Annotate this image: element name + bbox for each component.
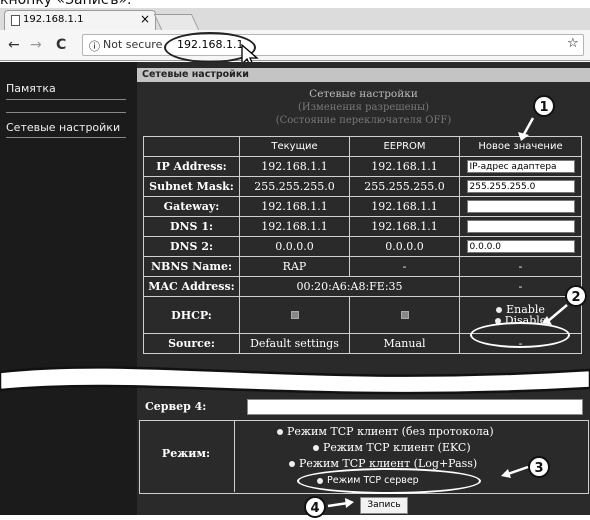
row-label: Subnet Mask: [143, 176, 240, 197]
panel-title: Сетевые настройки [142, 69, 249, 80]
dns2-input[interactable]: 0.0.0.0 [466, 240, 575, 254]
radio-icon [313, 445, 319, 451]
forward-icon[interactable]: → [30, 37, 42, 53]
row-label: Source: [143, 333, 240, 354]
eeprom-value: 192.168.1.1 [349, 196, 460, 217]
column-header-eeprom: EEPROM [349, 136, 460, 157]
reload-icon[interactable]: C [56, 37, 66, 53]
not-secure-label: Not secure [103, 38, 163, 51]
back-icon[interactable]: ← [8, 37, 20, 53]
current-value: Default settings [239, 333, 350, 354]
radio-icon [496, 307, 503, 313]
eeprom-value: 192.168.1.1 [349, 156, 460, 177]
subnet-mask-input[interactable]: 255.255.255.0 [466, 180, 575, 194]
row-label: NBNS Name: [143, 256, 240, 277]
current-value: 192.168.1.1 [239, 156, 350, 177]
notes-title: Сетевые настройки [309, 88, 418, 100]
current-value: RAP [239, 256, 350, 277]
info-icon[interactable]: ⓘ [89, 38, 100, 54]
table-row: MAC Address: 00:20:A6:A8:FE:35 - [143, 276, 582, 297]
mode-option-ekc[interactable]: Режим TCP клиент (EKC) [313, 441, 471, 454]
eeprom-value: 0.0.0.0 [349, 236, 460, 257]
new-value: - [459, 256, 582, 277]
table-row: Subnet Mask: 255.255.255.0 255.255.255.0… [143, 176, 582, 197]
new-value: - [459, 276, 582, 297]
column-header [143, 136, 240, 157]
row-label: MAC Address: [143, 276, 240, 297]
eeprom-dhcp-checkbox [400, 310, 409, 319]
sidebar-item-memo[interactable]: Памятка [6, 82, 56, 95]
row-label: DNS 1: [143, 216, 240, 237]
current-value: 192.168.1.1 [239, 216, 350, 237]
table-row: DNS 2: 0.0.0.0 0.0.0.0 0.0.0.0 [143, 236, 582, 257]
eeprom-value: 255.255.255.0 [349, 176, 460, 197]
row-label: IP Address: [143, 156, 240, 177]
table-row: IP Address: 192.168.1.1 192.168.1.1 IP-а… [143, 156, 582, 177]
sidebar: Памятка Сетевые настройки [0, 62, 137, 515]
server4-input[interactable] [247, 399, 583, 415]
sidebar-item-network-settings[interactable]: Сетевые настройки [6, 121, 120, 134]
eeprom-value: 192.168.1.1 [349, 216, 460, 237]
sidebar-divider [6, 137, 126, 138]
lower-section: Сервер 4: Режим: Режим TCP клиент (без п… [137, 395, 590, 515]
option-label: Режим TCP клиент (EKC) [323, 441, 471, 454]
sidebar-divider [6, 99, 126, 100]
current-dhcp-checkbox [290, 310, 299, 319]
close-tab-icon[interactable]: × [140, 12, 150, 26]
eeprom-value: Manual [349, 333, 460, 354]
option-label: Режим TCP клиент (без протокола) [287, 425, 494, 438]
arrow-4-icon [327, 498, 354, 508]
row-label: DNS 2: [143, 236, 240, 257]
arrow-2-icon [542, 304, 568, 325]
step-badge-1: 1 [533, 95, 555, 117]
mode-label: Режим: [161, 447, 211, 460]
column-header-current: Текущие [239, 136, 350, 157]
table-row: NBNS Name: RAP - - [143, 256, 582, 277]
server4-label: Сервер 4: [145, 400, 207, 413]
save-button[interactable]: Запись [360, 497, 408, 514]
page-icon [11, 15, 20, 26]
table-row: DNS 1: 192.168.1.1 192.168.1.1 [143, 216, 582, 237]
arrow-1-icon [518, 117, 535, 141]
tab-title: 192.168.1.1 [23, 14, 84, 25]
step-badge-3: 3 [528, 456, 550, 478]
row-label: DHCP: [143, 296, 240, 334]
table-row: Gateway: 192.168.1.1 192.168.1.1 [143, 196, 582, 217]
tcp-server-highlight-ellipse [297, 468, 481, 494]
radio-icon [289, 461, 295, 467]
eeprom-checkbox-cell [349, 296, 460, 334]
address-bar: ← → C ⓘ Not secure 192.168.1.1 ☆ [0, 30, 590, 61]
instruction-caption: кнопку «Записъ». [0, 0, 132, 8]
mode-option-no-protocol[interactable]: Режим TCP клиент (без протокола) [277, 425, 494, 438]
page-break-wave [0, 366, 590, 395]
eeprom-value: - [349, 256, 460, 277]
ip-address-input[interactable]: IP-адрес адаптера [466, 160, 575, 174]
bookmark-star-icon[interactable]: ☆ [567, 36, 579, 51]
current-value: 255.255.255.0 [239, 176, 350, 197]
browser-tab[interactable]: 192.168.1.1 × [4, 10, 156, 31]
radio-icon [277, 429, 283, 435]
current-checkbox-cell [239, 296, 350, 334]
sidebar-divider [6, 112, 126, 113]
gateway-input[interactable] [466, 200, 575, 214]
row-label: Gateway: [143, 196, 240, 217]
notes-changes-allowed: (Изменения разрешены) [297, 102, 430, 113]
arrow-3-icon [501, 465, 529, 478]
mac-address-value: 00:20:A6:A8:FE:35 [239, 276, 460, 297]
panel-header: Сетевые настройки [137, 68, 590, 82]
browser-tab-bar: 192.168.1.1 × [0, 8, 590, 32]
current-value: 192.168.1.1 [239, 196, 350, 217]
dns1-input[interactable] [466, 220, 575, 234]
url-field[interactable]: ⓘ Not secure 192.168.1.1 ☆ [82, 34, 584, 56]
current-value: 0.0.0.0 [239, 236, 350, 257]
